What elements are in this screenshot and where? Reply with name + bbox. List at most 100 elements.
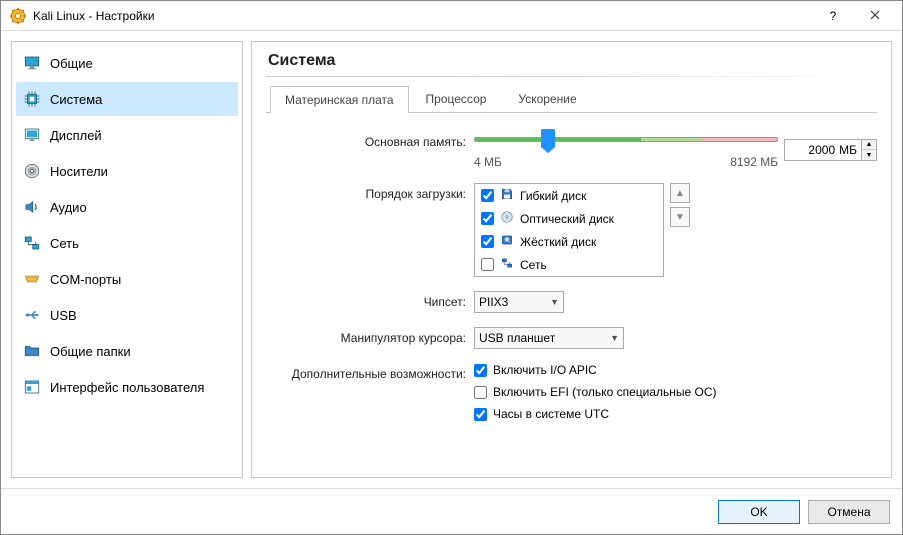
heading-rule bbox=[266, 76, 877, 77]
dialog-footer: OK Отмена bbox=[1, 488, 902, 534]
boot-item-checkbox[interactable] bbox=[481, 189, 494, 202]
boot-item-label: Гибкий диск bbox=[520, 189, 586, 203]
memory-label: Основная память: bbox=[266, 131, 466, 149]
sidebar-item-label: Сеть bbox=[50, 236, 79, 251]
close-icon bbox=[870, 9, 880, 23]
extra-checkbox[interactable] bbox=[474, 386, 487, 399]
extra-checkbox[interactable] bbox=[474, 364, 487, 377]
boot-item-0[interactable]: Гибкий диск bbox=[475, 184, 663, 207]
page-heading: Система bbox=[268, 52, 877, 70]
memory-min: 4 МБ bbox=[474, 155, 502, 169]
folder-icon bbox=[22, 341, 42, 361]
boot-item-checkbox[interactable] bbox=[481, 235, 494, 248]
boot-item-label: Оптический диск bbox=[520, 212, 614, 226]
sidebar-item-1[interactable]: Система bbox=[16, 82, 238, 116]
tabs: Материнская платаПроцессорУскорение bbox=[266, 85, 877, 113]
sidebar-item-7[interactable]: USB bbox=[16, 298, 238, 332]
memory-slider-thumb[interactable] bbox=[541, 129, 555, 147]
ui-icon bbox=[22, 377, 42, 397]
sidebar-item-0[interactable]: Общие bbox=[16, 46, 238, 80]
speaker-icon bbox=[22, 197, 42, 217]
display-icon bbox=[22, 125, 42, 145]
sidebar: Общие Система Дисплей Носители Аудио Сеть COM-… bbox=[11, 41, 243, 478]
sidebar-item-8[interactable]: Общие папки bbox=[16, 334, 238, 368]
chip-icon bbox=[22, 89, 42, 109]
tab-0[interactable]: Материнская плата bbox=[270, 86, 409, 113]
memory-step-up[interactable]: ▲ bbox=[862, 140, 876, 150]
extra-checkbox[interactable] bbox=[474, 408, 487, 421]
extra-option-1[interactable]: Включить EFI (только специальные ОС) bbox=[474, 385, 877, 399]
disc-icon bbox=[22, 161, 42, 181]
motherboard-form: Основная память: 4 МБ 8192 МБ 2000 bbox=[266, 131, 877, 421]
tab-1[interactable]: Процессор bbox=[411, 85, 502, 112]
memory-unit: МБ bbox=[839, 143, 861, 157]
sidebar-item-label: Общие папки bbox=[50, 344, 131, 359]
sidebar-item-label: Дисплей bbox=[50, 128, 102, 143]
chevron-down-icon: ▼ bbox=[610, 333, 619, 343]
body: Общие Система Дисплей Носители Аудио Сеть COM-… bbox=[1, 31, 902, 488]
pointer-label: Манипулятор курсора: bbox=[266, 327, 466, 345]
pointer-value: USB планшет bbox=[479, 331, 602, 345]
extra-label: Часы в системе UTC bbox=[493, 407, 609, 421]
boot-item-1[interactable]: Оптический диск bbox=[475, 207, 663, 230]
app-gear-icon bbox=[9, 7, 27, 25]
network-icon bbox=[22, 233, 42, 253]
floppy-icon bbox=[500, 187, 514, 204]
monitor-icon bbox=[22, 53, 42, 73]
chipset-label: Чипсет: bbox=[266, 291, 466, 309]
sidebar-item-3[interactable]: Носители bbox=[16, 154, 238, 188]
serial-icon bbox=[22, 269, 42, 289]
settings-window: Kali Linux - Настройки ? Общие Система Дис… bbox=[0, 0, 903, 535]
cancel-button[interactable]: Отмена bbox=[808, 500, 890, 524]
tab-2[interactable]: Ускорение bbox=[503, 85, 591, 112]
chevron-down-icon: ▼ bbox=[550, 297, 559, 307]
sidebar-item-label: Аудио bbox=[50, 200, 87, 215]
bootorder-label: Порядок загрузки: bbox=[266, 183, 466, 201]
sidebar-item-label: Носители bbox=[50, 164, 108, 179]
pointer-select[interactable]: USB планшет ▼ bbox=[474, 327, 624, 349]
extra-option-2[interactable]: Часы в системе UTC bbox=[474, 407, 877, 421]
memory-step-down[interactable]: ▼ bbox=[862, 150, 876, 160]
bootorder-list[interactable]: Гибкий диск Оптический диск Жёсткий диск Се… bbox=[474, 183, 664, 277]
memory-value: 2000 bbox=[785, 143, 839, 157]
boot-item-label: Сеть bbox=[520, 258, 547, 272]
boot-item-2[interactable]: Жёсткий диск bbox=[475, 230, 663, 253]
ok-button[interactable]: OK bbox=[718, 500, 800, 524]
hdd-icon bbox=[500, 233, 514, 250]
extra-label: Включить EFI (только специальные ОС) bbox=[493, 385, 717, 399]
help-button[interactable]: ? bbox=[812, 1, 854, 30]
bootorder-move-down[interactable]: ▼ bbox=[670, 207, 690, 227]
boot-item-checkbox[interactable] bbox=[481, 212, 494, 225]
extras-label: Дополнительные возможности: bbox=[266, 363, 466, 381]
memory-row: 4 МБ 8192 МБ 2000 МБ ▲ ▼ bbox=[474, 131, 877, 169]
sidebar-item-label: Общие bbox=[50, 56, 93, 71]
usb-icon bbox=[22, 305, 42, 325]
bootorder-move-up[interactable]: ▲ bbox=[670, 183, 690, 203]
memory-max: 8192 МБ bbox=[730, 155, 778, 169]
chipset-select[interactable]: PIIX3 ▼ bbox=[474, 291, 564, 313]
help-icon: ? bbox=[830, 9, 837, 23]
titlebar: Kali Linux - Настройки ? bbox=[1, 1, 902, 31]
sidebar-item-4[interactable]: Аудио bbox=[16, 190, 238, 224]
bootorder-row: Гибкий диск Оптический диск Жёсткий диск Се… bbox=[474, 183, 877, 277]
sidebar-item-label: Система bbox=[50, 92, 102, 107]
extras-options: Включить I/O APIC Включить EFI (только сп… bbox=[474, 363, 877, 421]
boot-item-label: Жёсткий диск bbox=[520, 235, 596, 249]
boot-item-checkbox[interactable] bbox=[481, 258, 494, 271]
sidebar-item-6[interactable]: COM-порты bbox=[16, 262, 238, 296]
sidebar-item-label: Интерфейс пользователя bbox=[50, 380, 204, 395]
sidebar-item-5[interactable]: Сеть bbox=[16, 226, 238, 260]
extra-option-0[interactable]: Включить I/O APIC bbox=[474, 363, 877, 377]
extra-label: Включить I/O APIC bbox=[493, 363, 597, 377]
boot-item-3[interactable]: Сеть bbox=[475, 253, 663, 276]
sidebar-item-2[interactable]: Дисплей bbox=[16, 118, 238, 152]
close-button[interactable] bbox=[854, 1, 896, 30]
memory-slider[interactable] bbox=[474, 131, 778, 149]
sidebar-item-9[interactable]: Интерфейс пользователя bbox=[16, 370, 238, 404]
net-icon bbox=[500, 256, 514, 273]
window-title: Kali Linux - Настройки bbox=[33, 9, 812, 23]
chipset-value: PIIX3 bbox=[479, 295, 542, 309]
memory-spinbox[interactable]: 2000 МБ ▲ ▼ bbox=[784, 139, 877, 161]
sidebar-item-label: COM-порты bbox=[50, 272, 121, 287]
main-pane: Система Материнская платаПроцессорУскоре… bbox=[251, 41, 892, 478]
